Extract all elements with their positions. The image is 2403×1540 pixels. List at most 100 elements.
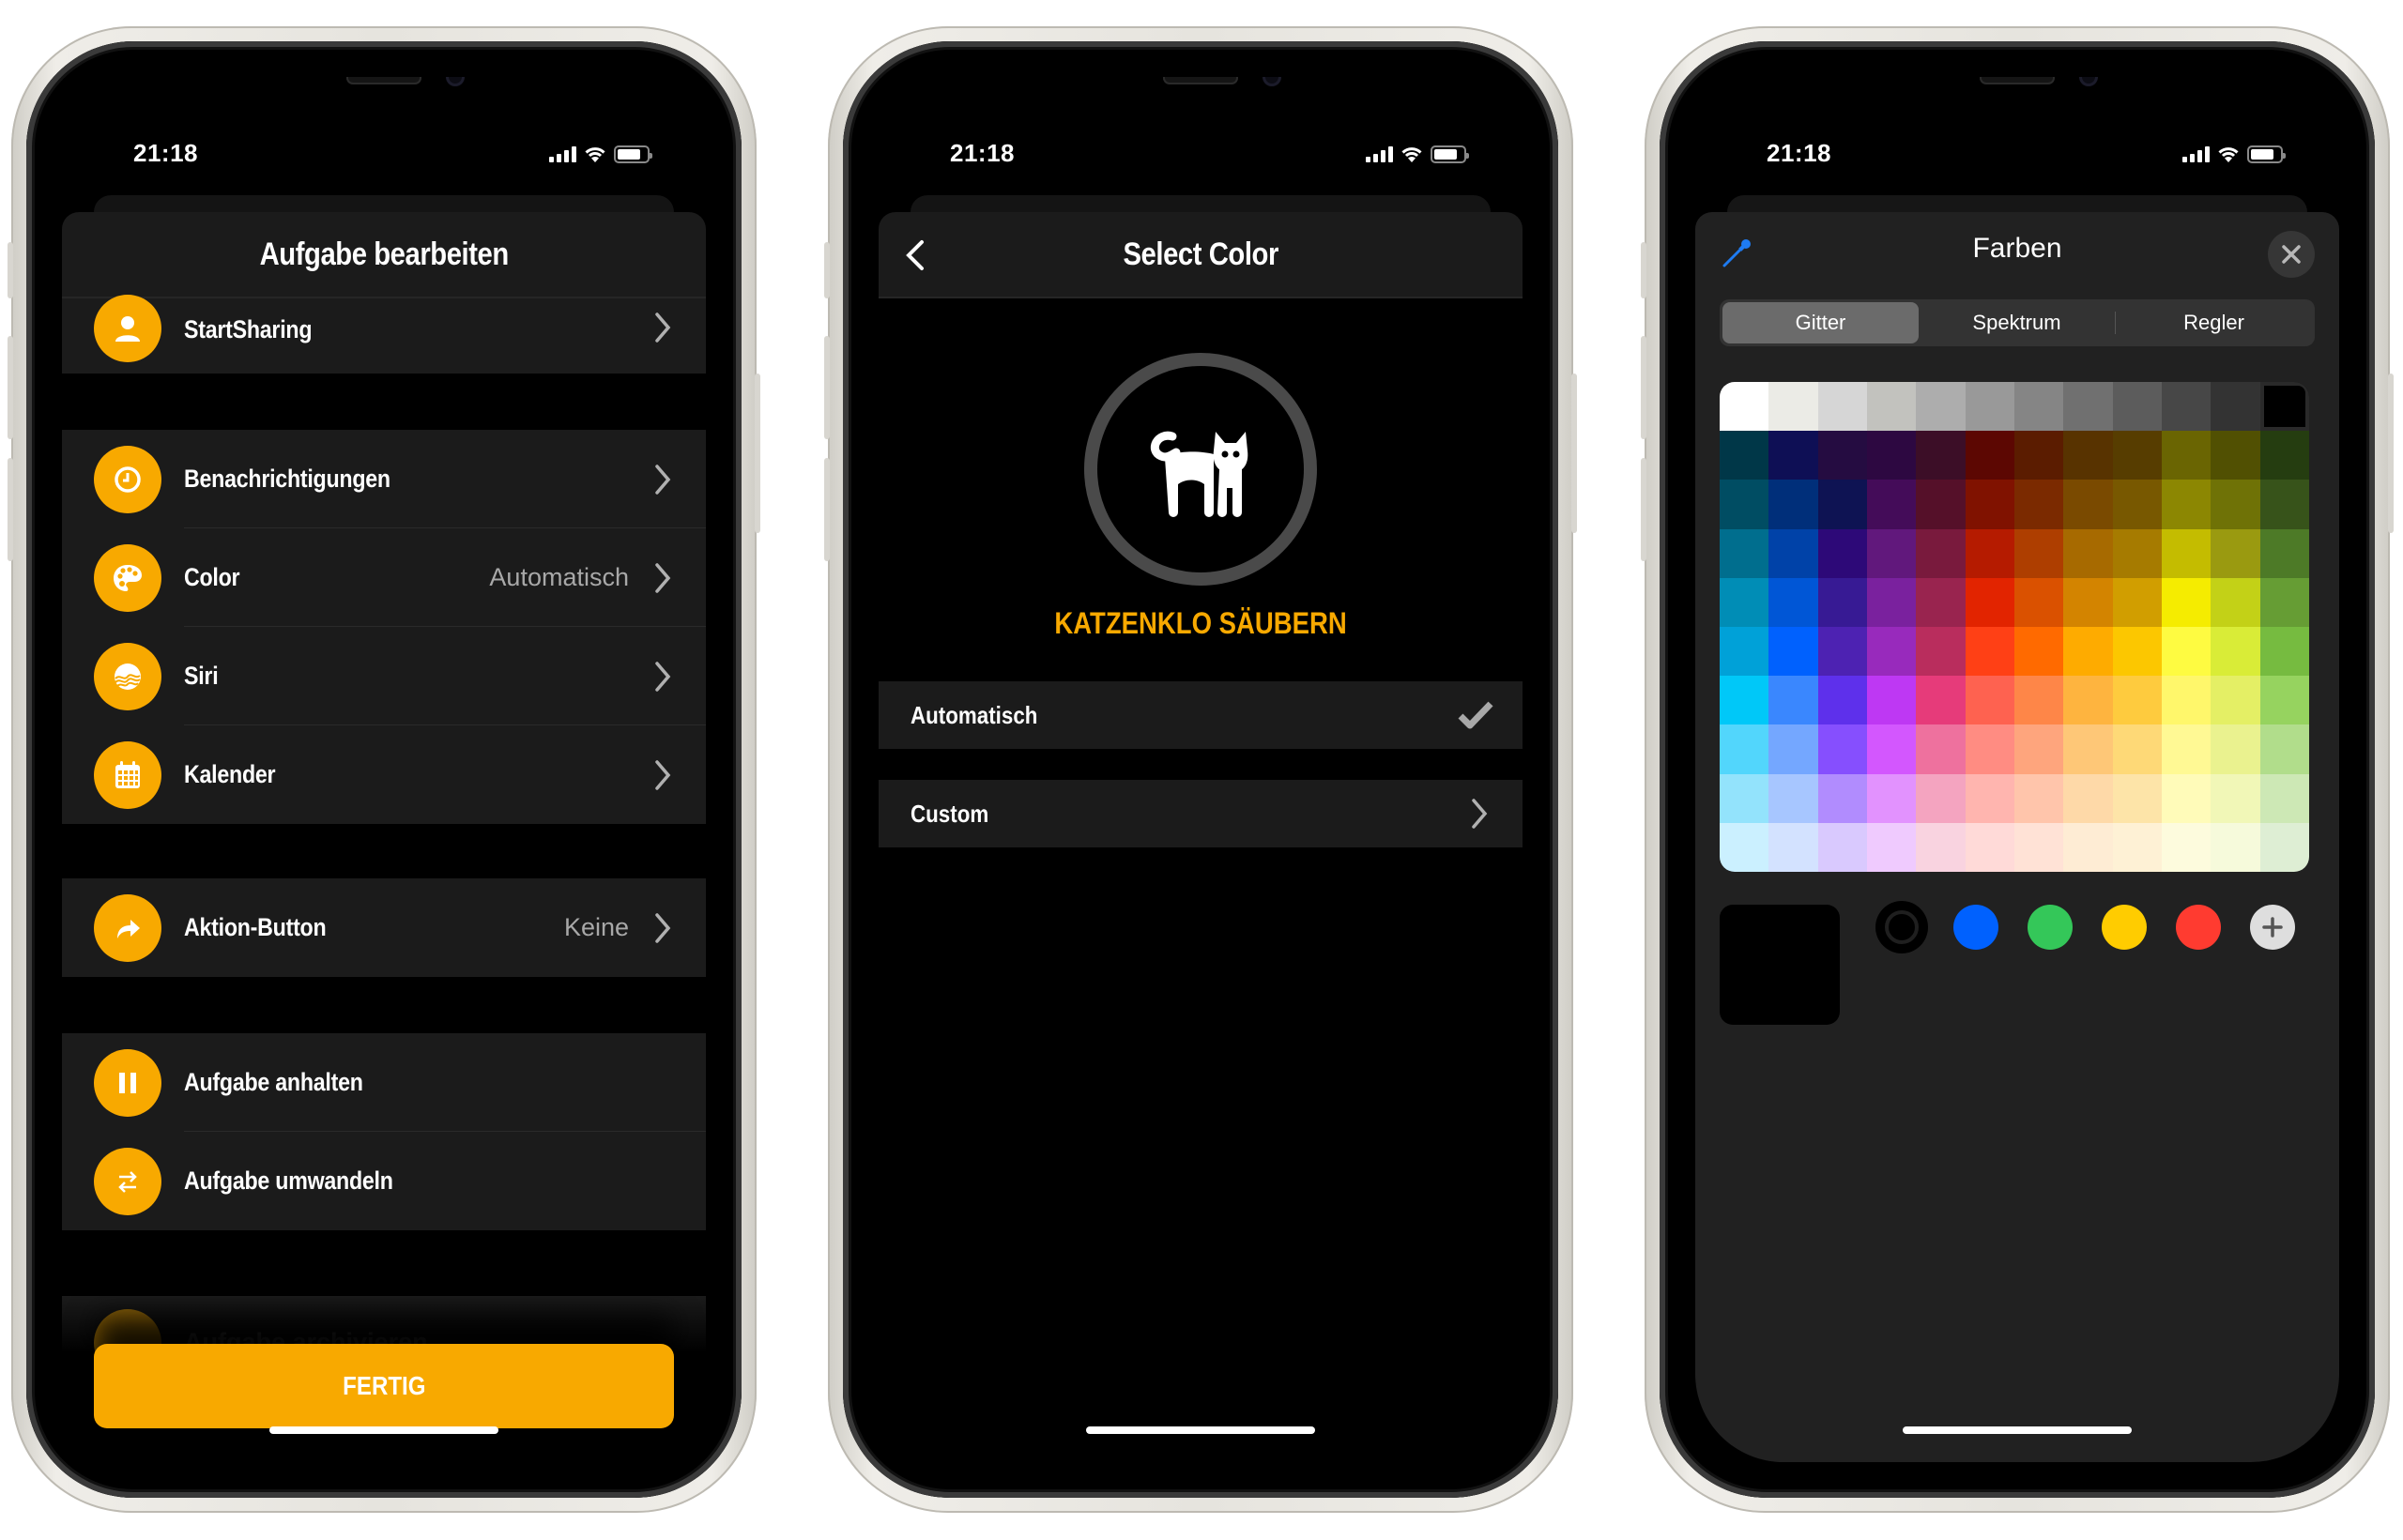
color-swatch[interactable]: [1720, 480, 1769, 529]
color-swatch[interactable]: [2112, 528, 2162, 578]
color-swatch[interactable]: [2112, 431, 2162, 480]
color-swatch[interactable]: [2211, 577, 2260, 627]
color-swatch[interactable]: [1720, 431, 1769, 480]
favorite-color-swatch[interactable]: [2028, 905, 2073, 950]
favorite-color-swatch[interactable]: [1953, 905, 1998, 950]
color-swatch[interactable]: [1916, 431, 1966, 480]
color-swatch[interactable]: [1720, 577, 1769, 627]
color-swatch[interactable]: [1965, 480, 2014, 529]
color-swatch[interactable]: [2211, 431, 2260, 480]
color-swatch[interactable]: [1768, 577, 1818, 627]
favorite-color-swatch[interactable]: [2102, 905, 2147, 950]
color-swatch[interactable]: [1720, 627, 1769, 677]
row-siri[interactable]: Siri: [62, 627, 706, 725]
color-swatch[interactable]: [2063, 627, 2113, 677]
color-swatch[interactable]: [2013, 822, 2064, 872]
color-swatch[interactable]: [2161, 480, 2212, 529]
color-swatch[interactable]: [2013, 724, 2064, 774]
color-swatch[interactable]: [1768, 676, 1818, 725]
color-swatch[interactable]: [1916, 577, 1966, 627]
color-swatch[interactable]: [1965, 382, 2014, 432]
color-swatch[interactable]: [2112, 822, 2162, 872]
color-swatch[interactable]: [1817, 773, 1867, 823]
color-swatch[interactable]: [1817, 822, 1867, 872]
color-swatch[interactable]: [1866, 822, 1917, 872]
color-swatch[interactable]: [1866, 480, 1917, 529]
color-swatch[interactable]: [2063, 822, 2113, 872]
color-swatch[interactable]: [1817, 676, 1867, 725]
color-swatch[interactable]: [2211, 676, 2260, 725]
color-swatch[interactable]: [1720, 773, 1769, 823]
row-calendar[interactable]: Kalender: [62, 725, 706, 824]
color-swatch[interactable]: [1720, 724, 1769, 774]
color-swatch[interactable]: [1965, 676, 2014, 725]
color-swatch[interactable]: [2013, 773, 2064, 823]
row-convert-task[interactable]: Aufgabe umwandeln: [62, 1132, 706, 1230]
color-swatch[interactable]: [1768, 480, 1818, 529]
color-swatch[interactable]: [1817, 627, 1867, 677]
row-color[interactable]: Color Automatisch: [62, 528, 706, 627]
color-swatch[interactable]: [2161, 577, 2212, 627]
color-swatch[interactable]: [2161, 528, 2212, 578]
color-swatch[interactable]: [2161, 382, 2212, 432]
color-swatch[interactable]: [1866, 382, 1917, 432]
color-swatch[interactable]: [1916, 382, 1966, 432]
option-automatic[interactable]: Automatisch: [879, 681, 1523, 749]
favorite-color-swatch[interactable]: [2176, 905, 2221, 950]
color-swatch[interactable]: [1866, 724, 1917, 774]
color-swatch[interactable]: [2259, 431, 2309, 480]
color-swatch[interactable]: [1965, 528, 2014, 578]
color-swatch[interactable]: [1768, 822, 1818, 872]
color-swatch[interactable]: [2013, 627, 2064, 677]
color-swatch[interactable]: [1720, 528, 1769, 578]
tab-grid[interactable]: Gitter: [1722, 302, 1919, 343]
color-swatch[interactable]: [2013, 480, 2064, 529]
color-swatch[interactable]: [1866, 627, 1917, 677]
row-pause-task[interactable]: Aufgabe anhalten: [62, 1033, 706, 1132]
color-swatch[interactable]: [2063, 480, 2113, 529]
row-notifications[interactable]: Benachrichtigungen: [62, 430, 706, 528]
color-swatch[interactable]: [1916, 773, 1966, 823]
color-swatch[interactable]: [1916, 627, 1966, 677]
color-swatch[interactable]: [1817, 382, 1867, 432]
option-custom[interactable]: Custom: [879, 780, 1523, 847]
color-swatch[interactable]: [2259, 480, 2309, 529]
color-swatch[interactable]: [1768, 528, 1818, 578]
color-swatch[interactable]: [1720, 382, 1769, 432]
color-swatch[interactable]: [2063, 431, 2113, 480]
color-swatch[interactable]: [2259, 627, 2309, 677]
color-swatch[interactable]: [2259, 822, 2309, 872]
color-swatch[interactable]: [1768, 431, 1818, 480]
color-swatch[interactable]: [2013, 676, 2064, 725]
color-swatch[interactable]: [2259, 577, 2309, 627]
add-favorite-button[interactable]: [2250, 905, 2295, 950]
color-swatch[interactable]: [2063, 382, 2113, 432]
color-swatch[interactable]: [1965, 773, 2014, 823]
color-swatch[interactable]: [1916, 822, 1966, 872]
color-swatch[interactable]: [1817, 577, 1867, 627]
color-swatch[interactable]: [2259, 382, 2309, 432]
color-swatch[interactable]: [2112, 676, 2162, 725]
favorite-color-swatch[interactable]: [1879, 905, 1924, 950]
color-swatch[interactable]: [2112, 577, 2162, 627]
tab-spectrum[interactable]: Spektrum: [1919, 302, 2115, 343]
color-swatch[interactable]: [1768, 382, 1818, 432]
color-swatch[interactable]: [1965, 627, 2014, 677]
color-swatch[interactable]: [1866, 676, 1917, 725]
color-swatch[interactable]: [2013, 528, 2064, 578]
color-swatch[interactable]: [2161, 773, 2212, 823]
color-swatch[interactable]: [2112, 724, 2162, 774]
color-swatch[interactable]: [1866, 528, 1917, 578]
row-action-button[interactable]: Aktion-Button Keine: [62, 878, 706, 977]
color-swatch[interactable]: [2259, 528, 2309, 578]
color-swatch[interactable]: [1965, 431, 2014, 480]
color-swatch[interactable]: [2112, 480, 2162, 529]
back-chevron-icon[interactable]: [897, 236, 935, 274]
color-swatch[interactable]: [2211, 822, 2260, 872]
color-swatch[interactable]: [1817, 480, 1867, 529]
tab-sliders[interactable]: Regler: [2116, 302, 2312, 343]
color-swatch[interactable]: [2211, 627, 2260, 677]
color-swatch[interactable]: [1720, 676, 1769, 725]
color-swatch[interactable]: [2161, 431, 2212, 480]
color-swatch[interactable]: [2112, 627, 2162, 677]
